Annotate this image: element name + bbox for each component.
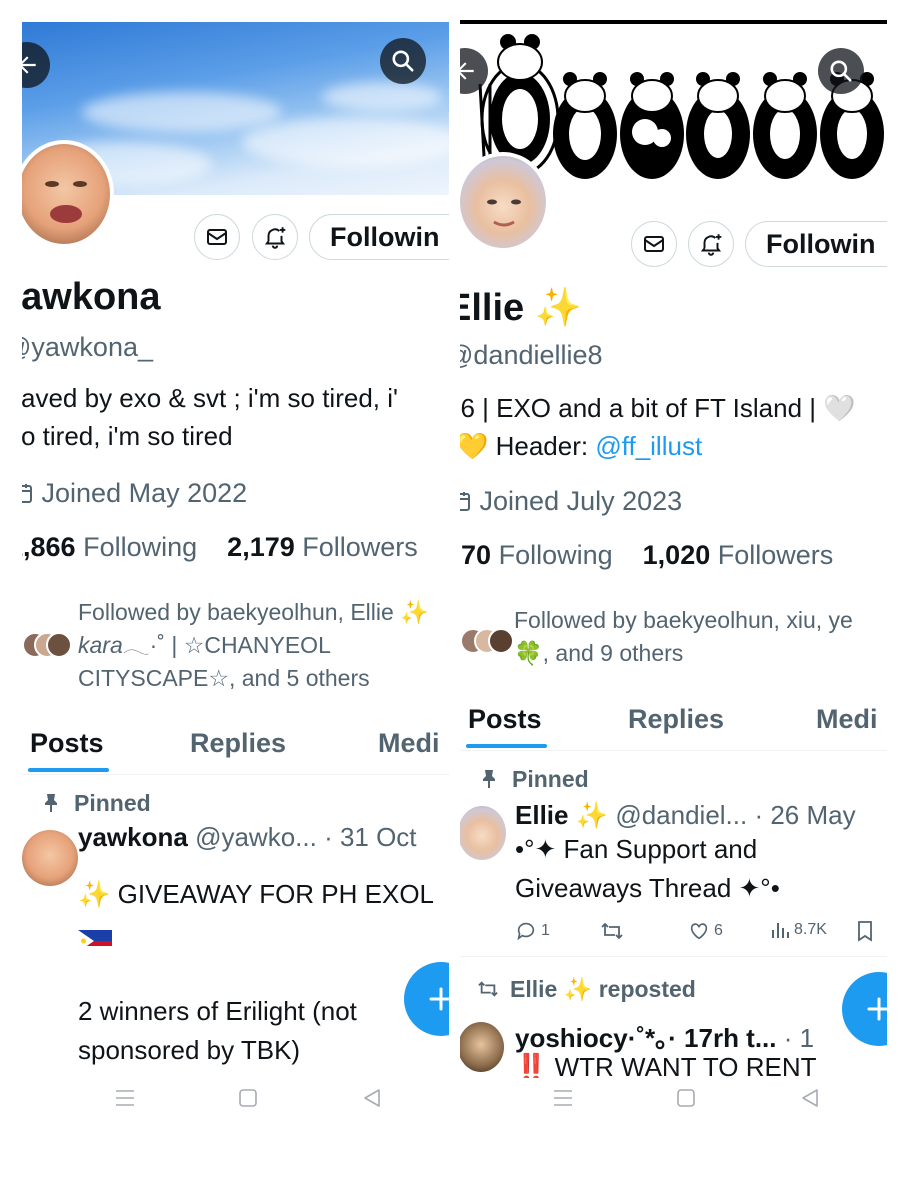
- pin-icon: [45, 794, 57, 812]
- header-credit-link[interactable]: @ff_illust: [595, 431, 702, 461]
- repost-text-line-1: ‼️ WTR WANT TO RENT: [515, 1052, 817, 1078]
- tab-active-indicator: [466, 744, 547, 748]
- follow-stats: 970 Following 1,020 Followers: [460, 540, 833, 571]
- back-triangle-icon[interactable]: [800, 1088, 820, 1108]
- bell-plus-icon: [264, 227, 286, 249]
- tab-media[interactable]: Medi: [816, 704, 878, 735]
- follow-stats: 1,866 Following 2,179 Followers: [22, 532, 418, 563]
- repost-label: Ellie ✨ reposted: [476, 976, 696, 1003]
- philippine-flag: [78, 915, 112, 954]
- following-link[interactable]: 1,866 Following: [22, 532, 197, 562]
- profile-handle: @yawkona_: [22, 332, 153, 362]
- notify-button[interactable]: [688, 221, 734, 267]
- followers-link[interactable]: 2,179 Followers: [227, 532, 418, 562]
- following-button[interactable]: Followin: [745, 221, 887, 267]
- profile-screen-right: Followin Ellie ✨ @dandiellie8 26 | EXO a…: [460, 20, 887, 1078]
- post-text-line-3: 2 winners of Erilight (not: [78, 996, 357, 1026]
- bell-plus-icon: [700, 234, 722, 256]
- android-nav-bar-left: [22, 1080, 449, 1120]
- views-action[interactable]: 8.7K: [770, 920, 827, 940]
- plus-icon: [867, 997, 887, 1021]
- post-text-line-1: •°✦ Fan Support and: [515, 834, 758, 864]
- back-triangle-icon[interactable]: [362, 1088, 382, 1108]
- views-icon: [772, 923, 789, 938]
- notify-button[interactable]: [252, 214, 298, 260]
- profile-bio-line-1: saved by exo & svt ; i'm so tired, i': [22, 383, 398, 413]
- profile-screen-left: Followin yawkona @yawkona_ saved by exo …: [22, 22, 449, 1074]
- mail-icon: [644, 236, 664, 252]
- tab-replies[interactable]: Replies: [190, 728, 286, 759]
- bookmark-icon: [858, 921, 872, 942]
- pinned-label: Pinned: [480, 766, 589, 793]
- pinned-label: Pinned: [42, 790, 151, 817]
- post-text-line-2: Giveaways Thread ✦°•: [515, 873, 780, 903]
- tab-posts[interactable]: Posts: [468, 704, 542, 735]
- repost-avatar[interactable]: [460, 1022, 504, 1072]
- back-arrow-icon: [460, 62, 474, 80]
- repost-icon: [478, 981, 498, 997]
- joined-text: Joined July 2023: [479, 486, 683, 516]
- message-button[interactable]: [631, 221, 677, 267]
- followers-link[interactable]: 1,020 Followers: [643, 540, 834, 570]
- pin-icon: [483, 770, 495, 788]
- menu-icon[interactable]: [552, 1088, 574, 1108]
- plus-icon: [429, 987, 449, 1011]
- profile-avatar[interactable]: [460, 152, 550, 252]
- reply-icon: [517, 922, 535, 941]
- profile-avatar[interactable]: [22, 140, 114, 248]
- like-icon: [690, 923, 708, 940]
- profile-bio-line-2: so tired, i'm so tired: [22, 421, 233, 451]
- repost-icon: [601, 922, 623, 940]
- message-button[interactable]: [194, 214, 240, 260]
- compose-button[interactable]: [404, 962, 449, 1036]
- post-avatar[interactable]: [460, 806, 506, 860]
- following-button[interactable]: Followin: [309, 214, 449, 260]
- bookmark-action[interactable]: [856, 920, 874, 942]
- tab-replies[interactable]: Replies: [628, 704, 724, 735]
- search-button[interactable]: [380, 38, 426, 84]
- android-nav-bar-right: [460, 1080, 887, 1120]
- tab-active-indicator: [28, 768, 109, 772]
- home-square-icon[interactable]: [238, 1088, 258, 1108]
- reply-action[interactable]: 1: [515, 920, 550, 942]
- profile-bio-line-1: 26 | EXO and a bit of FT Island | 🤍: [460, 393, 856, 423]
- post-header: Ellie ✨ @dandiel... · 26 May: [515, 800, 856, 830]
- calendar-icon: [22, 484, 32, 503]
- profile-handle: @dandiellie8: [460, 340, 603, 370]
- mail-icon: [207, 229, 227, 245]
- tab-posts[interactable]: Posts: [30, 728, 104, 759]
- followed-by-text[interactable]: Followed by baekyeolhun, Ellie ✨ kara𓂃·˚…: [78, 596, 449, 695]
- compose-button[interactable]: [842, 972, 887, 1046]
- search-button[interactable]: [818, 48, 864, 94]
- profile-bio-line-2: 💛 Header: @ff_illust: [460, 431, 703, 461]
- joined-text: Joined May 2022: [41, 478, 248, 508]
- joined-date: Joined July 2023: [460, 486, 682, 517]
- following-link[interactable]: 970 Following: [460, 540, 613, 570]
- post-text-line-1: ✨ GIVEAWAY FOR PH EXOL: [78, 879, 435, 909]
- joined-date: Joined May 2022: [22, 478, 247, 509]
- back-arrow-icon: [22, 56, 36, 74]
- profile-name: Ellie ✨: [460, 287, 583, 329]
- post-header: yawkona @yawko... · 31 Oct: [78, 822, 417, 852]
- post-avatar[interactable]: [22, 830, 78, 886]
- like-action[interactable]: 6: [688, 920, 723, 942]
- repost-action[interactable]: [600, 920, 624, 942]
- menu-icon[interactable]: [114, 1088, 136, 1108]
- profile-name: yawkona: [22, 276, 161, 318]
- tab-media[interactable]: Medi: [378, 728, 440, 759]
- post-text-line-4: sponsored by TBK): [78, 1035, 301, 1065]
- search-icon: [392, 50, 414, 72]
- search-icon: [830, 60, 852, 82]
- home-square-icon[interactable]: [676, 1088, 696, 1108]
- followed-by-text[interactable]: Followed by baekyeolhun, xiu, ye 🍀, and …: [514, 604, 887, 670]
- calendar-icon: [460, 492, 470, 511]
